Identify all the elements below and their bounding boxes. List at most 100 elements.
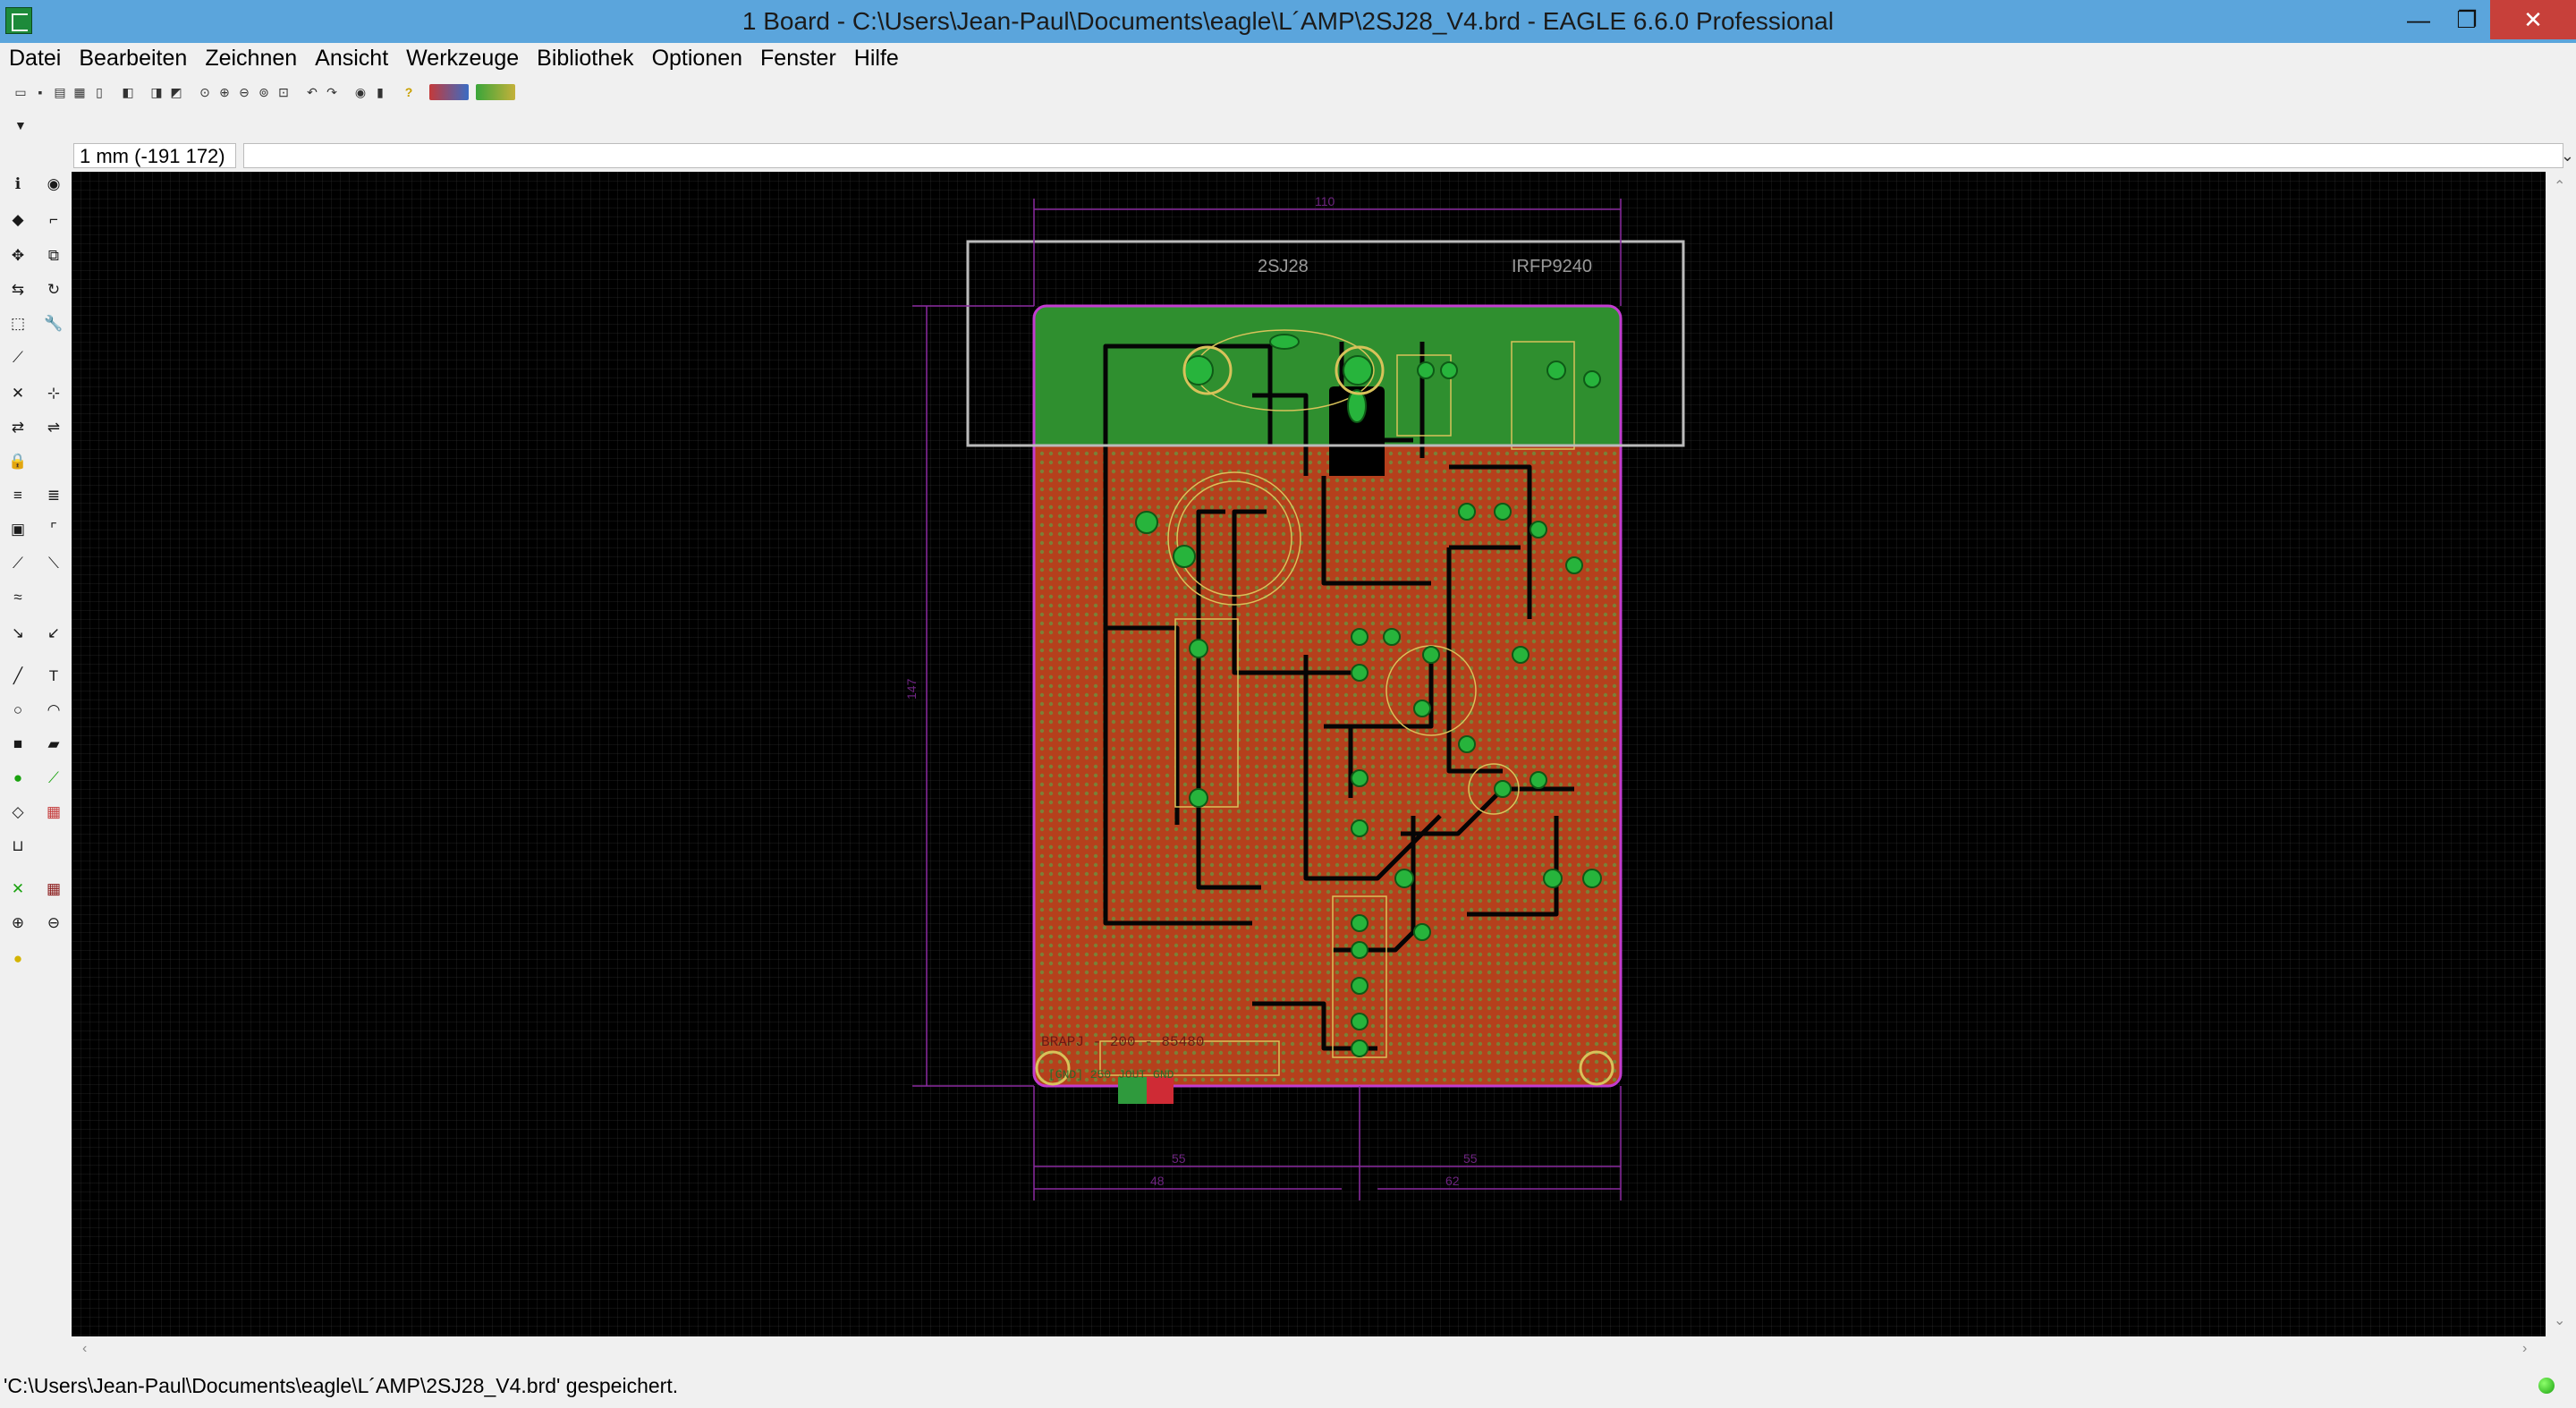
board-drawing[interactable]: 2SJ28 IRFP9240 BRAPJ - 200 - 85480 [GND]… bbox=[72, 172, 2546, 1336]
pad bbox=[1440, 361, 1458, 379]
mirror-icon[interactable]: ⇆ bbox=[7, 279, 29, 301]
menu-ansicht[interactable]: Ansicht bbox=[313, 46, 390, 72]
script-icon[interactable]: ▯ bbox=[91, 84, 107, 100]
show-icon[interactable]: ◉ bbox=[43, 174, 64, 195]
pad bbox=[1512, 646, 1530, 664]
pad bbox=[1351, 941, 1368, 959]
minimize-button[interactable]: — bbox=[2395, 0, 2442, 39]
cam-icon[interactable]: ▦ bbox=[72, 84, 88, 100]
design-block-icon[interactable] bbox=[476, 84, 515, 100]
hole-icon[interactable]: ◇ bbox=[7, 802, 29, 823]
close-button[interactable]: ✕ bbox=[2490, 0, 2576, 39]
action-toolbar: ▭ ▪ ▤ ▦ ▯ ◧ ◨ ◩ ⊙ ⊕ ⊖ ⊚ ⊡ ↶ ↷ ◉ ▮ ? bbox=[0, 73, 2576, 111]
pad bbox=[1351, 1039, 1368, 1057]
autorouter-icon[interactable]: ▦ bbox=[43, 878, 64, 900]
go-icon[interactable]: ▮ bbox=[372, 84, 388, 100]
lock-icon[interactable]: 🔒 bbox=[7, 451, 29, 472]
scroll-left-icon[interactable]: ‹ bbox=[82, 1341, 87, 1357]
menu-datei[interactable]: Datei bbox=[7, 46, 63, 72]
smash-icon[interactable]: ≡ bbox=[7, 485, 29, 506]
pad bbox=[1413, 700, 1431, 717]
coordinate-display[interactable]: 1 mm (-191 172) bbox=[73, 143, 236, 168]
ripup-icon[interactable]: ↙ bbox=[43, 623, 64, 644]
change-icon[interactable]: 🔧 bbox=[43, 313, 64, 335]
pad bbox=[1413, 923, 1431, 941]
zoom-redraw-icon[interactable]: ⊚ bbox=[256, 84, 272, 100]
redo-icon[interactable]: ↷ bbox=[324, 84, 340, 100]
silk-text-board-id: BRAPJ - 200 - 85480 bbox=[1041, 1034, 1204, 1050]
polygon-icon[interactable]: ▰ bbox=[43, 734, 64, 755]
horizontal-scrollbar[interactable]: ‹ › bbox=[72, 1336, 2546, 1365]
menu-zeichnen[interactable]: Zeichnen bbox=[203, 46, 299, 72]
zoom-select-icon[interactable]: ⊡ bbox=[275, 84, 292, 100]
erc-icon[interactable]: ⊖ bbox=[43, 912, 64, 934]
board-canvas[interactable]: 2SJ28 IRFP9240 BRAPJ - 200 - 85480 [GND]… bbox=[72, 172, 2546, 1336]
menu-hilfe[interactable]: Hilfe bbox=[852, 46, 901, 72]
move-icon[interactable]: ✥ bbox=[7, 245, 29, 267]
zoom-fit-icon[interactable]: ⊙ bbox=[197, 84, 213, 100]
stop-icon[interactable]: ◉ bbox=[352, 84, 369, 100]
dimension-icon[interactable]: ⊔ bbox=[7, 835, 29, 857]
vertical-scrollbar[interactable]: ⌃ ⌄ bbox=[2546, 172, 2576, 1336]
text-icon[interactable]: T bbox=[43, 666, 64, 687]
signal-icon[interactable]: ⟋ bbox=[43, 768, 64, 789]
replace-icon[interactable]: ⇌ bbox=[43, 417, 64, 438]
undo-icon[interactable]: ↶ bbox=[304, 84, 320, 100]
scroll-right-icon[interactable]: › bbox=[2522, 1341, 2527, 1357]
print-icon[interactable]: ▤ bbox=[52, 84, 68, 100]
open-icon[interactable]: ▭ bbox=[13, 84, 29, 100]
name-icon[interactable]: ≣ bbox=[43, 485, 64, 506]
copy-icon[interactable]: ⧉ bbox=[43, 245, 64, 267]
via-icon[interactable]: ● bbox=[7, 768, 29, 789]
rect-icon[interactable]: ■ bbox=[7, 734, 29, 755]
group-icon[interactable]: ⬚ bbox=[7, 313, 29, 335]
pinswap-icon[interactable]: ⇄ bbox=[7, 417, 29, 438]
scroll-down-icon[interactable]: ⌄ bbox=[2554, 1311, 2565, 1329]
display-icon[interactable]: ◆ bbox=[7, 209, 29, 231]
rotate-icon[interactable]: ↻ bbox=[43, 279, 64, 301]
split-icon[interactable]: ⟋ bbox=[7, 553, 29, 574]
layer2-icon[interactable]: ◩ bbox=[168, 84, 184, 100]
arc-icon[interactable]: ◠ bbox=[43, 700, 64, 721]
save-icon[interactable]: ▪ bbox=[32, 84, 48, 100]
command-input[interactable] bbox=[243, 143, 2563, 168]
attribute-icon[interactable]: ▦ bbox=[43, 802, 64, 823]
eagle-app-icon[interactable] bbox=[5, 7, 32, 34]
pad bbox=[1458, 735, 1476, 753]
errors-icon[interactable]: ● bbox=[7, 948, 29, 970]
dimension-label-top: 110 bbox=[1315, 194, 1335, 208]
layer-icon[interactable]: ◨ bbox=[148, 84, 165, 100]
info-icon[interactable]: ℹ bbox=[7, 174, 29, 195]
ratsnest-icon[interactable]: ✕ bbox=[7, 878, 29, 900]
drc-icon[interactable]: ⊕ bbox=[7, 912, 29, 934]
menu-werkzeuge[interactable]: Werkzeuge bbox=[404, 46, 521, 72]
delete-icon[interactable]: ✕ bbox=[7, 383, 29, 404]
scroll-up-icon[interactable]: ⌃ bbox=[2554, 177, 2565, 195]
design-link-icon[interactable] bbox=[429, 84, 469, 100]
mark-icon[interactable]: ⌐ bbox=[43, 209, 64, 231]
command-history-dropdown-icon[interactable]: ⌄ bbox=[2561, 147, 2574, 165]
chevron-down-icon[interactable]: ▼ bbox=[14, 118, 27, 132]
dimension-label-bottom-b: 62 bbox=[1445, 1174, 1460, 1188]
zoom-in-icon[interactable]: ⊕ bbox=[216, 84, 233, 100]
menu-fenster[interactable]: Fenster bbox=[758, 46, 838, 72]
add-icon[interactable]: ⊹ bbox=[43, 383, 64, 404]
meander-icon[interactable]: ≈ bbox=[7, 587, 29, 608]
pad bbox=[1351, 769, 1368, 787]
circle-icon[interactable]: ○ bbox=[7, 700, 29, 721]
wire-icon[interactable]: ╱ bbox=[7, 666, 29, 687]
miter-icon[interactable]: ⌜ bbox=[43, 519, 64, 540]
menu-optionen[interactable]: Optionen bbox=[650, 46, 744, 72]
menu-bibliothek[interactable]: Bibliothek bbox=[535, 46, 635, 72]
paste-icon[interactable]: ⟋ bbox=[7, 347, 29, 369]
menu-bearbeiten[interactable]: Bearbeiten bbox=[77, 46, 189, 72]
value-icon[interactable]: ▣ bbox=[7, 519, 29, 540]
route-icon[interactable]: ↘ bbox=[7, 623, 29, 644]
help-icon[interactable]: ? bbox=[401, 84, 417, 100]
restore-button[interactable]: ❐ bbox=[2444, 0, 2490, 39]
zoom-out-icon[interactable]: ⊖ bbox=[236, 84, 252, 100]
optimize-icon[interactable]: ⟍ bbox=[43, 553, 64, 574]
pad bbox=[1543, 869, 1563, 888]
status-bar: 'C:\Users\Jean-Paul\Documents\eagle\L´AM… bbox=[0, 1365, 2576, 1408]
ulp-icon[interactable]: ◧ bbox=[120, 84, 136, 100]
